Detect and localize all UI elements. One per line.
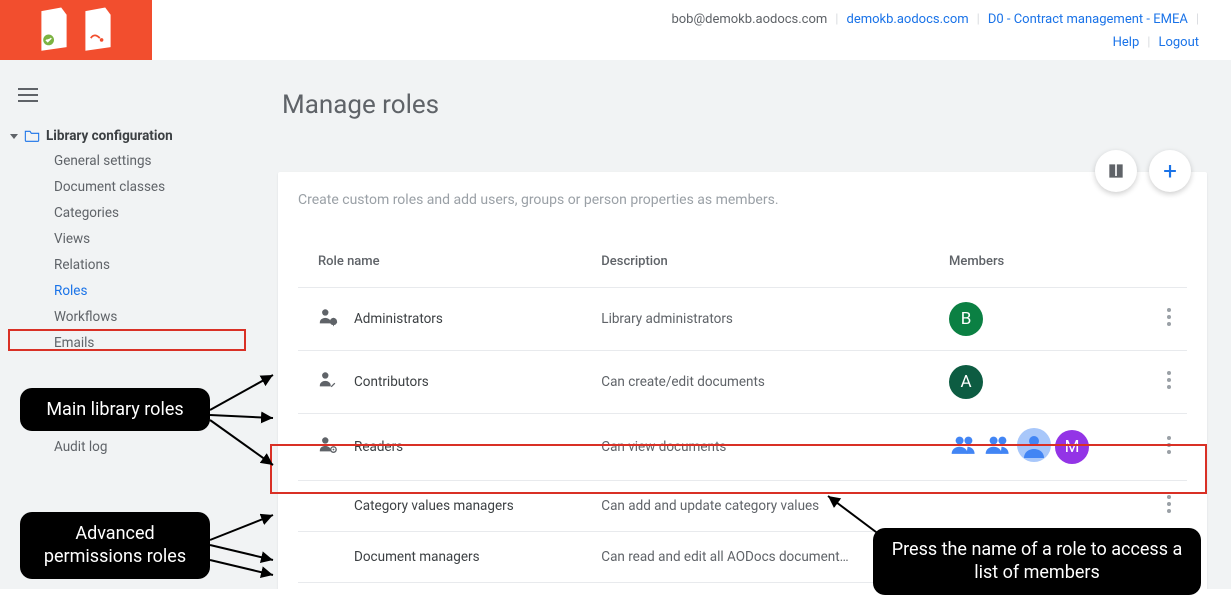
avatar: M: [1055, 430, 1089, 464]
caret-down-icon: [10, 134, 18, 139]
col-role-name: Role name: [298, 244, 593, 288]
group-icon: [949, 434, 979, 460]
role-icon: [318, 435, 338, 459]
plus-icon: +: [1163, 157, 1177, 185]
user-email: bob@demokb.aodocs.com: [671, 12, 827, 27]
sidebar: Library configuration General settingsDo…: [0, 60, 268, 589]
role-icon: [318, 370, 338, 394]
add-role-fab[interactable]: +: [1149, 150, 1191, 192]
roles-card: + Create custom roles and add users, gro…: [278, 172, 1207, 589]
book-icon: [1106, 161, 1126, 181]
role-name: Category values managers: [354, 498, 514, 514]
role-description: Can view documents: [593, 414, 941, 481]
sidebar-item-blank[interactable]: [0, 356, 268, 382]
more-vert-icon[interactable]: [1167, 371, 1171, 389]
sidebar-item-relations[interactable]: Relations: [0, 252, 268, 278]
header-right: bob@demokb.aodocs.com | demokb.aodocs.co…: [152, 0, 1231, 50]
avatar: A: [949, 365, 983, 399]
more-vert-icon[interactable]: [1167, 436, 1171, 454]
sidebar-item-emails[interactable]: Emails: [0, 330, 268, 356]
role-name: Contributors: [354, 374, 429, 390]
help-link[interactable]: Help: [1113, 35, 1140, 50]
callout-press-role: Press the name of a role to access a lis…: [873, 528, 1201, 595]
sidebar-item-workflows[interactable]: Workflows: [0, 304, 268, 330]
group-icon: [983, 434, 1013, 460]
page-title: Manage roles: [282, 90, 1207, 120]
role-description: Can add and update category values: [593, 481, 941, 532]
sidebar-item-document-classes[interactable]: Document classes: [0, 174, 268, 200]
sidebar-root[interactable]: Library configuration: [0, 124, 268, 148]
folder-icon: [24, 129, 40, 143]
more-vert-icon[interactable]: [1167, 308, 1171, 326]
avatar: [1017, 428, 1051, 466]
content-area: Manage roles + Create custom roles and a…: [268, 60, 1231, 589]
table-row[interactable]: Administrators Library administratorsB: [298, 288, 1187, 351]
role-description: Can create/edit documents: [593, 351, 941, 414]
role-name: Document managers: [354, 549, 480, 565]
card-subtitle: Create custom roles and add users, group…: [298, 192, 1187, 208]
col-members: Members: [941, 244, 1147, 288]
sidebar-item-roles[interactable]: Roles: [0, 278, 268, 304]
avatar: B: [949, 302, 983, 336]
col-description: Description: [593, 244, 941, 288]
role-description: Library administrators: [593, 288, 941, 351]
role-name: Administrators: [354, 311, 443, 327]
table-row[interactable]: Contributors Can create/edit documentsA: [298, 351, 1187, 414]
sidebar-item-categories[interactable]: Categories: [0, 200, 268, 226]
callout-advanced-roles: Advanced permissions roles: [20, 512, 210, 579]
table-row[interactable]: Category values managers Can add and upda…: [298, 481, 1187, 532]
sidebar-item-audit-log[interactable]: Audit log: [0, 434, 268, 460]
app-logo: [0, 0, 152, 60]
role-name: Readers: [354, 439, 403, 455]
docs-fab[interactable]: [1095, 150, 1137, 192]
library-link[interactable]: D0 - Contract management - EMEA: [988, 12, 1188, 27]
table-row[interactable]: Readers Can view documents M: [298, 414, 1187, 481]
sidebar-item-views[interactable]: Views: [0, 226, 268, 252]
callout-main-roles: Main library roles: [20, 388, 210, 431]
domain-link[interactable]: demokb.aodocs.com: [846, 12, 968, 27]
sidebar-item-general-settings[interactable]: General settings: [0, 148, 268, 174]
logout-link[interactable]: Logout: [1158, 35, 1199, 50]
more-vert-icon[interactable]: [1167, 495, 1171, 513]
hamburger-icon[interactable]: [18, 88, 268, 106]
role-icon: [318, 307, 338, 331]
